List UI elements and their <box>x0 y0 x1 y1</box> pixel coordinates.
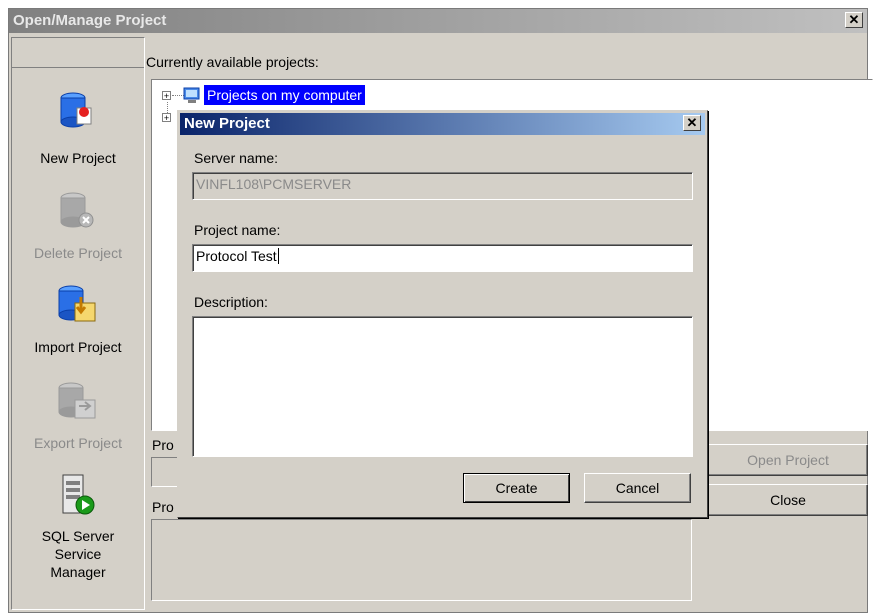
description-textarea[interactable] <box>192 316 693 457</box>
close-icon: ✕ <box>848 12 860 27</box>
delete-project-button[interactable]: Delete Project <box>12 180 144 275</box>
close-button[interactable]: Close <box>708 484 868 516</box>
text-caret <box>277 248 279 264</box>
import-project-button[interactable]: Import Project <box>12 275 144 370</box>
dialog-title-bar[interactable]: New Project ✕ <box>180 113 705 135</box>
sidebar-header <box>12 38 144 68</box>
delete-project-icon <box>60 192 94 228</box>
sidebar: New Project Delete Project Import Projec… <box>11 37 145 610</box>
tree-connector-vertical <box>167 102 168 113</box>
server-name-label: Server name: <box>194 150 279 166</box>
main-close-button[interactable]: ✕ <box>845 12 863 28</box>
dialog-title: New Project <box>184 115 270 132</box>
delete-project-label: Delete Project <box>34 245 122 261</box>
new-project-button[interactable]: New Project <box>12 80 144 180</box>
cancel-button[interactable]: Cancel <box>584 473 691 503</box>
new-project-dialog: New Project ✕ Server name: VINFL108\PCMS… <box>177 110 708 518</box>
tree-item-projects-on-my-computer[interactable]: Projects on my computer <box>204 85 365 105</box>
expand-icon-2[interactable]: + <box>162 113 171 123</box>
import-project-label: Import Project <box>34 339 122 355</box>
new-project-icon <box>60 92 92 128</box>
new-project-label: New Project <box>40 150 116 166</box>
sql-server-service-manager-button[interactable]: SQL Server Service Manager <box>12 465 144 605</box>
dialog-close-icon: ✕ <box>686 115 698 130</box>
available-projects-label: Currently available projects: <box>146 54 319 70</box>
export-project-icon <box>58 382 96 419</box>
dialog-close-button[interactable]: ✕ <box>683 115 701 131</box>
create-button[interactable]: Create <box>463 473 570 503</box>
sql-server-icon <box>62 474 95 515</box>
project-description-label: Pro <box>152 499 174 515</box>
project-description-box <box>151 519 692 601</box>
main-title-bar[interactable]: Open/Manage Project ✕ <box>9 9 867 33</box>
export-project-button[interactable]: Export Project <box>12 370 144 465</box>
project-name-value: Protocol Test <box>196 248 277 264</box>
computer-icon <box>183 87 200 103</box>
description-label: Description: <box>194 294 268 310</box>
sql-server-label: SQL Server Service Manager <box>41 528 115 580</box>
main-window-title: Open/Manage Project <box>13 12 167 29</box>
open-project-button[interactable]: Open Project <box>708 444 868 476</box>
project-name-input[interactable]: Protocol Test <box>192 244 693 272</box>
import-project-icon <box>58 285 96 322</box>
server-name-field: VINFL108\PCMSERVER <box>192 172 693 200</box>
export-project-label: Export Project <box>34 435 122 451</box>
project-path-label: Pro <box>152 437 174 453</box>
expand-icon[interactable]: + <box>162 91 171 101</box>
project-name-label: Project name: <box>194 222 281 238</box>
